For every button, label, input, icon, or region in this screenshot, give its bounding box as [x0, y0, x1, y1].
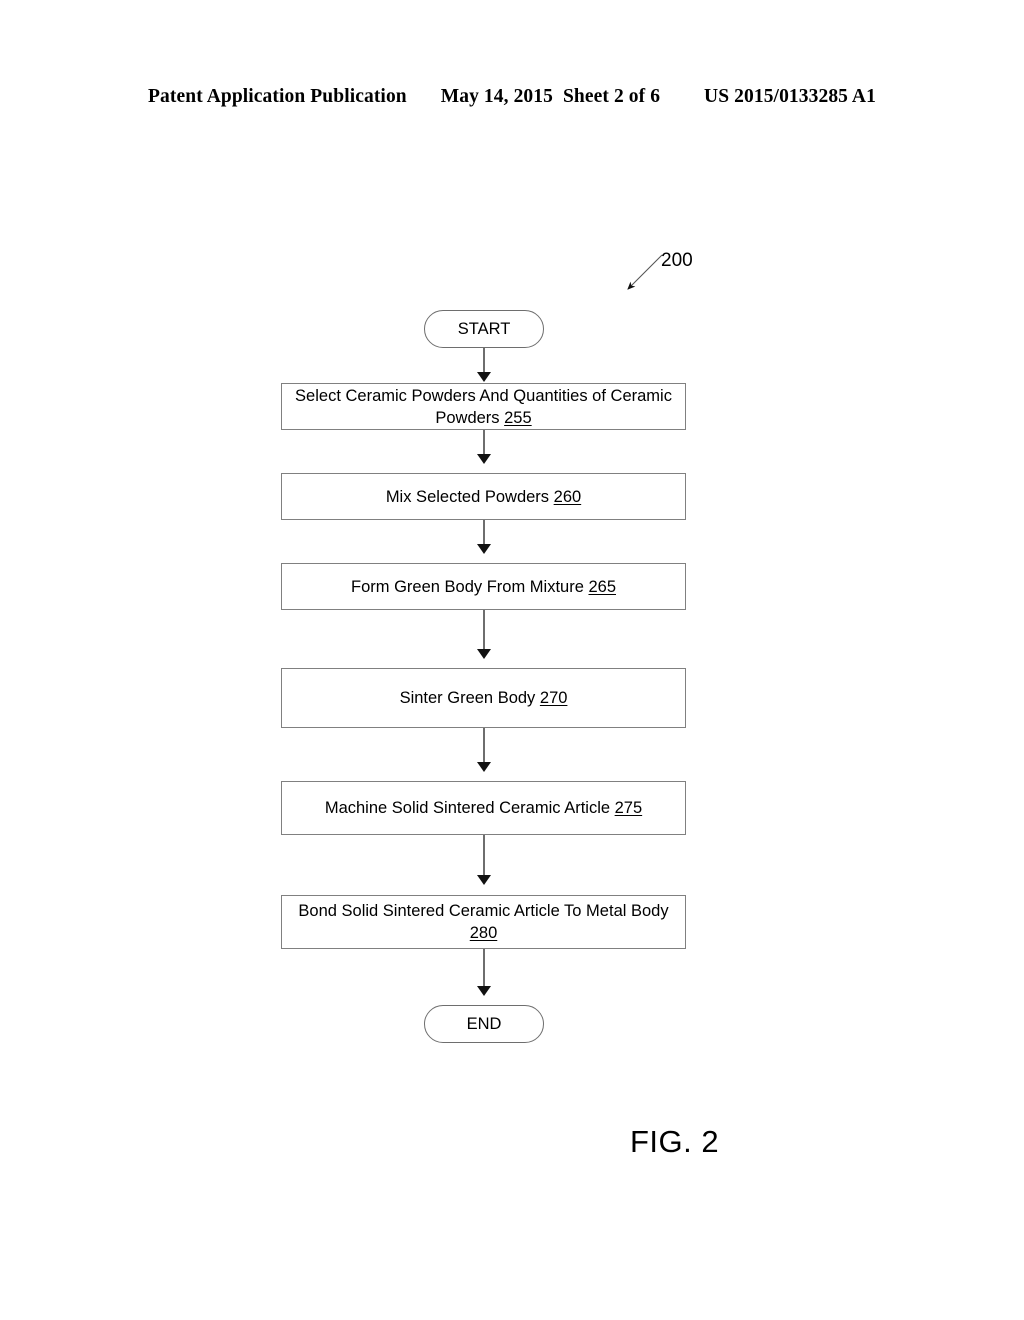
flow-node-270-label: Sinter Green Body 270	[392, 687, 576, 709]
flow-node-255-line1: Select Ceramic Powders And Quantities of…	[295, 386, 672, 405]
connector-265-to-270	[483, 610, 485, 651]
flow-node-form-green-body: Form Green Body From Mixture 265	[281, 563, 686, 610]
flow-node-265-refnum: 265	[588, 577, 616, 596]
flow-node-start-label: START	[457, 320, 511, 338]
flow-node-265-text: Form Green Body From Mixture	[350, 577, 589, 596]
arrowhead-265-to-270-icon	[477, 649, 491, 659]
flow-node-275-refnum: 275	[614, 799, 643, 817]
flow-node-select-ceramic-powders: Select Ceramic Powders And Quantities of…	[281, 383, 686, 430]
flow-node-270-refnum: 270	[539, 689, 568, 707]
arrowhead-260-to-265-icon	[477, 544, 491, 554]
connector-start-to-255	[483, 348, 485, 374]
flow-node-255-line2: Powders	[435, 408, 505, 427]
connector-270-to-275	[483, 728, 485, 764]
flow-node-280-label: Bond Solid Sintered Ceramic Article To M…	[290, 900, 676, 944]
flow-node-start: START	[424, 310, 544, 348]
flow-node-265-label: Form Green Body From Mixture 265	[343, 576, 624, 598]
connector-280-to-end	[483, 949, 485, 988]
flow-node-machine-sintered-article: Machine Solid Sintered Ceramic Article 2…	[281, 781, 686, 835]
figure-caption: FIG. 2	[630, 1124, 720, 1159]
figure-callout-number: 200	[661, 250, 693, 271]
flow-node-255-refnum: 255	[504, 408, 532, 427]
flow-node-280-line1: Bond Solid Sintered Ceramic Article To M…	[298, 902, 669, 920]
arrowhead-255-to-260-icon	[477, 454, 491, 464]
flow-node-260-refnum: 260	[553, 487, 582, 506]
flow-node-270-text: Sinter Green Body	[399, 689, 540, 707]
arrowhead-start-to-255-icon	[477, 372, 491, 382]
arrowhead-280-to-end-icon	[477, 986, 491, 996]
arrowhead-270-to-275-icon	[477, 762, 491, 772]
flow-node-end: END	[424, 1005, 544, 1043]
flow-node-275-label: Machine Solid Sintered Ceramic Article 2…	[317, 797, 650, 819]
connector-255-to-260	[483, 430, 485, 456]
connector-260-to-265	[483, 520, 485, 546]
flow-node-280-refnum: 280	[469, 924, 498, 942]
flow-node-260-text: Mix Selected Powders	[385, 487, 554, 506]
flow-node-end-label: END	[466, 1015, 502, 1033]
flow-node-255-label: Select Ceramic Powders And Quantities of…	[287, 385, 680, 429]
arrowhead-275-to-280-icon	[477, 875, 491, 885]
flow-node-260-label: Mix Selected Powders 260	[378, 486, 589, 508]
connector-275-to-280	[483, 835, 485, 877]
flow-node-275-text: Machine Solid Sintered Ceramic Article	[324, 799, 615, 817]
flow-node-mix-selected-powders: Mix Selected Powders 260	[281, 473, 686, 520]
flow-node-sinter-green-body: Sinter Green Body 270	[281, 668, 686, 728]
flow-node-bond-article-to-metal-body: Bond Solid Sintered Ceramic Article To M…	[281, 895, 686, 949]
flowchart-figure: 200 START Select Ceramic Powders And Qua…	[0, 0, 1024, 1320]
